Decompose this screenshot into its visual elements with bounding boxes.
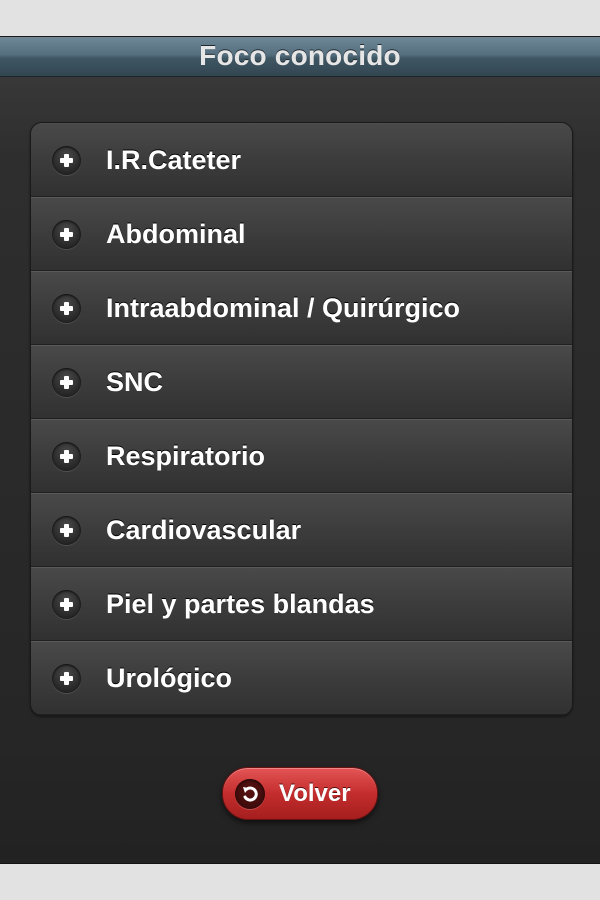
list-item-label: Abdominal <box>106 218 246 249</box>
header-bar: Foco conocido <box>0 37 600 77</box>
list-item-intraabdominal[interactable]: Intraabdominal / Quirúrgico <box>31 271 572 345</box>
list-item-label: I.R.Cateter <box>106 144 242 175</box>
list-item-cardiovascular[interactable]: Cardiovascular <box>31 493 572 567</box>
app-screen: Foco conocido I.R.Cateter Abdominal Intr… <box>0 36 600 864</box>
list-item-label: SNC <box>106 366 164 397</box>
plus-icon <box>52 515 81 545</box>
plus-icon <box>52 219 81 249</box>
plus-icon <box>52 145 81 175</box>
list-item-label: Piel y partes blandas <box>106 588 375 619</box>
page-title: Foco conocido <box>199 39 401 71</box>
list-item-urologico[interactable]: Urológico <box>31 641 572 715</box>
plus-icon <box>52 367 81 397</box>
list-item-piel[interactable]: Piel y partes blandas <box>31 567 572 641</box>
list-item-respiratorio[interactable]: Respiratorio <box>31 419 572 493</box>
list-item-abdominal[interactable]: Abdominal <box>31 197 572 271</box>
back-button-label: Volver <box>279 779 351 807</box>
category-list: I.R.Cateter Abdominal Intraabdominal / Q… <box>30 122 573 716</box>
list-item-label: Respiratorio <box>106 440 266 471</box>
back-arrow-icon <box>235 778 265 809</box>
list-item-label: Intraabdominal / Quirúrgico <box>106 292 461 323</box>
plus-icon <box>52 293 81 323</box>
list-item-ir-cateter[interactable]: I.R.Cateter <box>31 123 572 197</box>
list-item-snc[interactable]: SNC <box>31 345 572 419</box>
plus-icon <box>52 663 81 693</box>
plus-icon <box>52 441 81 471</box>
list-item-label: Cardiovascular <box>106 514 302 545</box>
back-button[interactable]: Volver <box>222 767 378 820</box>
plus-icon <box>52 589 81 619</box>
list-item-label: Urológico <box>106 662 232 693</box>
